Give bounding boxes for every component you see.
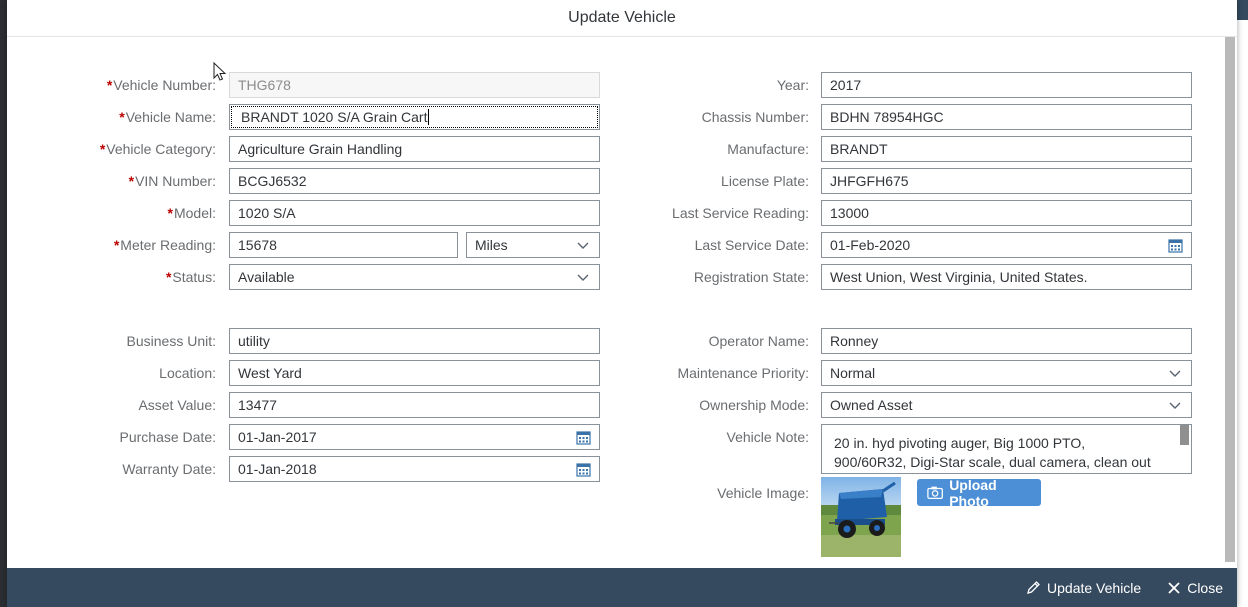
model-label: *Model: [167,205,216,221]
model-input[interactable]: 1020 S/A [229,200,600,226]
business-unit-input[interactable]: utility [229,328,600,354]
background-app-strip [0,0,7,607]
meter-unit-value: Miles [475,237,508,253]
warranty-date-input[interactable]: 01-Jan-2018 [229,456,600,482]
asset-value-label: Asset Value: [138,397,216,413]
year-label: Year: [776,77,809,93]
vehicle-category-label: *Vehicle Category: [99,141,216,157]
ownership-mode-value: Owned Asset [830,397,913,413]
vehicle-category-input[interactable]: Agriculture Grain Handling [229,136,600,162]
vehicle-number-label: *Vehicle Number: [106,77,216,93]
chassis-number-input[interactable]: BDHN 78954HGC [821,104,1192,130]
dialog-footer: Update Vehicle Close [7,568,1237,607]
camera-icon [927,486,943,499]
upload-photo-label: Upload Photo [949,476,997,509]
calendar-icon[interactable] [576,430,591,445]
pencil-icon [1027,581,1040,594]
upload-photo-button[interactable]: Upload Photo [917,476,1041,509]
business-unit-label: Business Unit: [126,333,216,349]
manufacture-input[interactable]: BRANDT [821,136,1192,162]
update-vehicle-button[interactable]: Update Vehicle [1026,580,1141,596]
purchase-date-input[interactable]: 01-Jan-2017 [229,424,600,450]
close-icon [1168,581,1180,594]
year-input[interactable]: 2017 [821,72,1192,98]
vehicle-name-label: *Vehicle Name: [119,109,216,125]
license-plate-label: License Plate: [721,173,809,189]
update-vehicle-label: Update Vehicle [1047,579,1142,596]
update-vehicle-dialog: Update Vehicle *Vehicle Number: THG678 *… [7,0,1237,607]
status-label: *Status: [165,269,216,285]
last-service-reading-label: Last Service Reading: [672,205,809,221]
close-button[interactable]: Close [1167,580,1223,596]
mouse-cursor-icon [213,62,227,81]
vehicle-number-input[interactable]: THG678 [229,72,600,98]
last-service-date-label: Last Service Date: [694,237,809,253]
purchase-date-label: Purchase Date: [119,429,217,445]
manufacture-label: Manufacture: [727,141,809,157]
operator-name-label: Operator Name: [708,333,809,349]
calendar-icon[interactable] [1168,238,1183,253]
purchase-date-value: 01-Jan-2017 [238,429,317,445]
meter-reading-label: *Meter Reading: [113,237,216,253]
dialog-scrollbar-thumb[interactable] [1225,37,1235,562]
chevron-down-icon [577,242,589,249]
registration-state-label: Registration State: [693,269,809,285]
vehicle-image-label: Vehicle Image: [717,485,809,501]
chevron-down-icon [1169,402,1181,409]
vehicle-image-thumbnail[interactable] [821,477,901,557]
vehicle-note-text: 20 in. hyd pivoting auger, Big 1000 PTO,… [834,435,1151,470]
meter-unit-select[interactable]: Miles [466,232,600,258]
operator-name-input[interactable]: Ronney [821,328,1192,354]
chassis-number-label: Chassis Number: [701,109,809,125]
last-service-date-value: 01-Feb-2020 [830,237,911,253]
vin-number-label: *VIN Number: [128,173,216,189]
chevron-down-icon [1169,370,1181,377]
warranty-date-label: Warranty Date: [122,461,216,477]
dialog-title: Update Vehicle [7,0,1237,37]
meter-reading-input[interactable]: 15678 [229,232,458,258]
ownership-mode-label: Ownership Mode: [699,397,809,413]
note-scrollbar-thumb[interactable] [1180,425,1189,445]
last-service-date-input[interactable]: 01-Feb-2020 [821,232,1192,258]
maintenance-priority-label: Maintenance Priority: [677,365,809,381]
registration-state-input[interactable]: West Union, West Virginia, United States… [821,264,1192,290]
status-select[interactable]: Available [229,264,600,290]
location-input[interactable]: West Yard [229,360,600,386]
maintenance-priority-select[interactable]: Normal [821,360,1192,386]
asset-value-input[interactable]: 13477 [229,392,600,418]
vehicle-note-textarea[interactable]: 20 in. hyd pivoting auger, Big 1000 PTO,… [821,424,1192,474]
last-service-reading-input[interactable]: 13000 [821,200,1192,226]
status-value: Available [238,269,295,285]
maintenance-priority-value: Normal [830,365,876,381]
license-plate-input[interactable]: JHFGFH675 [821,168,1192,194]
location-label: Location: [159,365,216,381]
vin-number-input[interactable]: BCGJ6532 [229,168,600,194]
chevron-down-icon [577,274,589,281]
warranty-date-value: 01-Jan-2018 [238,461,317,477]
vehicle-note-label: Vehicle Note: [726,429,810,445]
close-label: Close [1187,579,1223,596]
vehicle-name-input[interactable]: BRANDT 1020 S/A Grain Cart [229,104,600,130]
ownership-mode-select[interactable]: Owned Asset [821,392,1192,418]
calendar-icon[interactable] [576,462,591,477]
